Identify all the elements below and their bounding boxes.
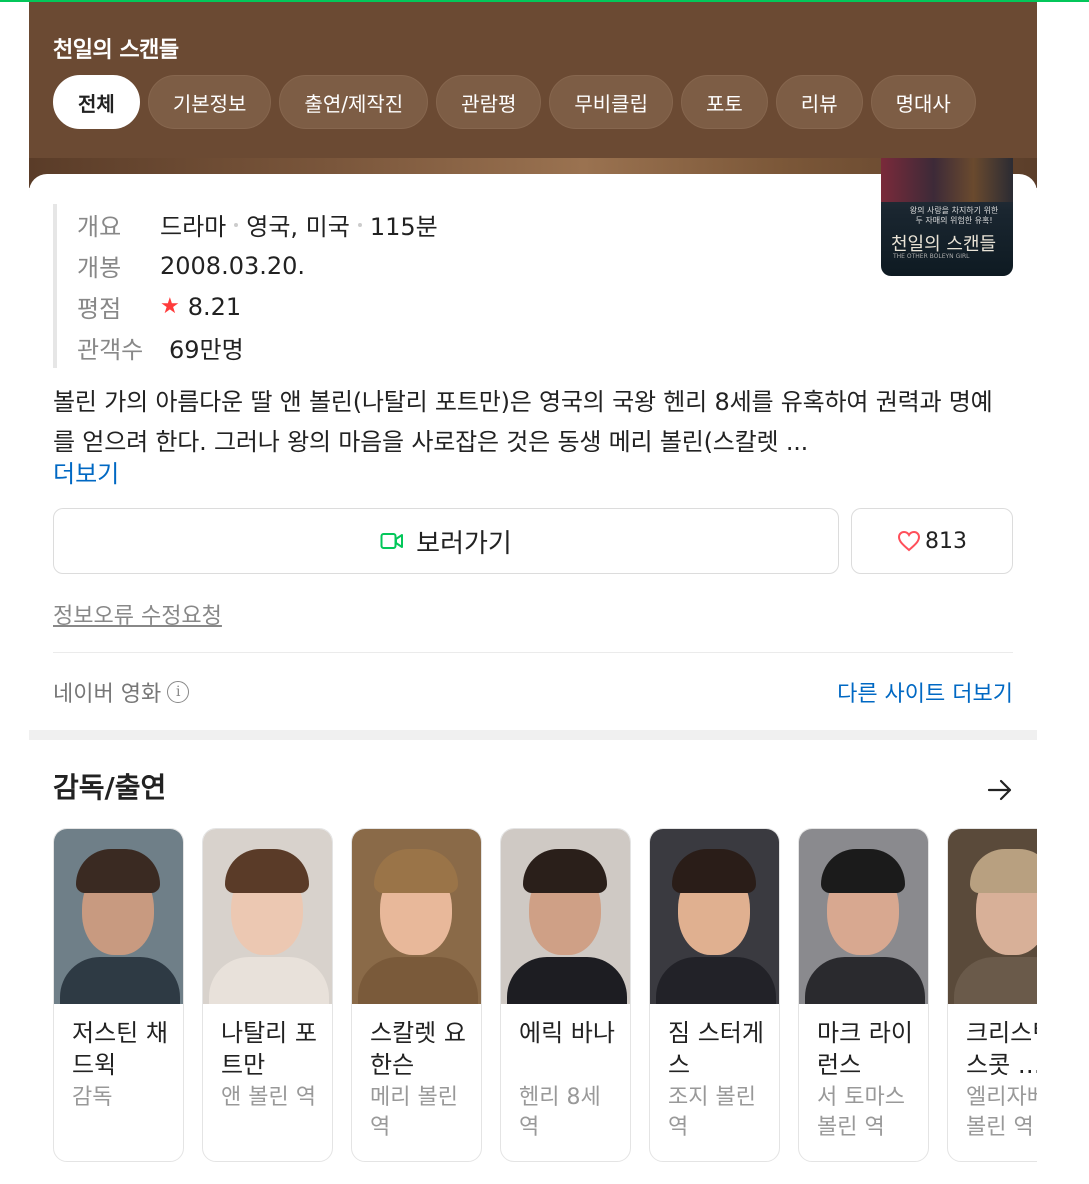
photo-body xyxy=(60,957,180,1004)
cast-photo xyxy=(948,829,1037,1004)
cast-card-item[interactable]: 크리스틴 스콧 … 엘리자베스 볼린 역 xyxy=(947,828,1037,1162)
separator-dot xyxy=(234,222,239,227)
other-sites-link[interactable]: 다른 사이트 더보기 xyxy=(837,676,1013,708)
cast-name: 저스틴 채드윅 xyxy=(72,1019,168,1079)
tab-bar: 전체 기본정보 출연/제작진 관람평 무비클립 포토 리뷰 명대사 xyxy=(53,75,976,131)
overview-row: 개요 드라마 영국, 미국 115분 xyxy=(77,204,438,245)
cast-card-item[interactable]: 저스틴 채드윅감독 xyxy=(53,828,184,1162)
overview-key: 개요 xyxy=(77,213,122,241)
tab-photos[interactable]: 포토 xyxy=(680,75,768,129)
cast-role: 메리 볼린 역 xyxy=(370,1085,458,1140)
rating-value: 8.21 xyxy=(187,292,242,321)
audience-count: 69만명 xyxy=(169,336,244,364)
cast-role: 조지 볼린 역 xyxy=(668,1085,756,1140)
star-icon: ★ xyxy=(160,294,180,319)
cast-photo xyxy=(501,829,630,1004)
like-button[interactable]: 813 xyxy=(851,508,1013,574)
movie-meta: 개요 드라마 영국, 미국 115분 개봉 2008.03.20. 평점 ★ 8… xyxy=(53,204,438,368)
release-row: 개봉 2008.03.20. xyxy=(77,245,438,286)
separator-dot xyxy=(357,222,362,227)
cast-name: 스칼렛 요한슨 xyxy=(370,1019,466,1079)
cast-card-item[interactable]: 에릭 바나헨리 8세 역 xyxy=(500,828,631,1162)
cast-card-item[interactable]: 마크 라이런스서 토마스 볼린 역 xyxy=(798,828,929,1162)
cast-card-item[interactable]: 스칼렛 요한슨메리 볼린 역 xyxy=(351,828,482,1162)
photo-hair xyxy=(672,849,756,893)
cast-name: 마크 라이런스 xyxy=(817,1019,913,1079)
cast-name: 나탈리 포트만 xyxy=(221,1019,317,1079)
cast-name: 크리스틴 스콧 … xyxy=(966,1019,1037,1079)
poster-subtitle: THE OTHER BOLEYN GIRL xyxy=(893,253,970,260)
cast-card-item[interactable]: 나탈리 포트만앤 볼린 역 xyxy=(202,828,333,1162)
cast-photo xyxy=(203,829,332,1004)
photo-hair xyxy=(523,849,607,893)
cast-role: 헨리 8세 역 xyxy=(519,1085,601,1140)
movie-poster[interactable]: 왕의 사랑을 차지하기 위한 두 자매의 위험한 유혹! 천일의 스캔들 THE… xyxy=(881,158,1013,276)
page: 천일의 스캔들 전체 기본정보 출연/제작진 관람평 무비클립 포토 리뷰 명대… xyxy=(0,2,1089,1184)
cast-role: 감독 xyxy=(72,1085,113,1110)
tab-quotes[interactable]: 명대사 xyxy=(870,75,976,129)
photo-hair xyxy=(76,849,160,893)
tab-all[interactable]: 전체 xyxy=(53,75,140,129)
poster-art xyxy=(881,158,1013,202)
divider xyxy=(53,652,1013,653)
like-count: 813 xyxy=(925,528,967,554)
info-icon[interactable]: i xyxy=(167,681,190,703)
rating-key: 평점 xyxy=(77,295,122,323)
synopsis: 볼린 가의 아름다운 딸 앤 볼린(나탈리 포트만)은 영국의 국왕 헨리 8세… xyxy=(53,388,993,456)
cast-section-title: 감독/출연 xyxy=(53,771,167,804)
cast-card: 감독/출연 저스틴 채드윅 감독 나탈리 포트만 앤 볼린 역 스칼렛 요한슨 메리 볼린… xyxy=(29,740,1037,1184)
cast-card-item[interactable]: 짐 스터게스조지 볼린 역 xyxy=(649,828,780,1162)
source-label: 네이버 영화 i xyxy=(53,676,190,708)
cast-name: 짐 스터게스 xyxy=(668,1019,764,1079)
country: 영국, 미국 xyxy=(246,213,350,241)
photo-body xyxy=(507,957,627,1004)
release-date: 2008.03.20. xyxy=(160,251,306,280)
tab-reviews-audience[interactable]: 관람평 xyxy=(436,75,542,129)
audience-key: 관객수 xyxy=(77,336,144,364)
photo-body xyxy=(954,957,1037,1004)
watch-button[interactable]: 보러가기 xyxy=(53,508,839,574)
poster-tagline: 왕의 사랑을 차지하기 위한 두 자매의 위험한 유혹! xyxy=(909,206,999,225)
content-column: 천일의 스캔들 전체 기본정보 출연/제작진 관람평 무비클립 포토 리뷰 명대… xyxy=(29,2,1037,1184)
tab-cast-crew[interactable]: 출연/제작진 xyxy=(279,75,429,129)
tab-review[interactable]: 리뷰 xyxy=(775,75,863,129)
video-icon xyxy=(380,533,404,549)
photo-hair xyxy=(225,849,309,893)
arrow-right-icon[interactable] xyxy=(987,778,1013,802)
tab-movie-clips[interactable]: 무비클립 xyxy=(549,75,673,129)
cast-photo xyxy=(799,829,928,1004)
cast-photo xyxy=(650,829,779,1004)
photo-hair xyxy=(374,849,458,893)
cast-name: 에릭 바나 xyxy=(519,1019,615,1047)
watch-label: 보러가기 xyxy=(416,528,512,559)
heart-icon xyxy=(897,530,921,552)
runtime: 115분 xyxy=(369,213,438,241)
photo-body xyxy=(358,957,478,1004)
genre: 드라마 xyxy=(160,213,227,241)
audience-row: 관객수 69만명 xyxy=(77,327,438,368)
cast-role: 앤 볼린 역 xyxy=(221,1085,316,1110)
cast-photo xyxy=(54,829,183,1004)
photo-body xyxy=(656,957,776,1004)
photo-body xyxy=(209,957,329,1004)
release-key: 개봉 xyxy=(77,254,122,282)
cast-list: 저스틴 채드윅 감독 나탈리 포트만 앤 볼린 역 스칼렛 요한슨 메리 볼린 역 에릭 바… xyxy=(53,828,1037,1162)
report-error-link[interactable]: 정보오류 수정요청 xyxy=(53,598,222,630)
rating-row: 평점 ★ 8.21 xyxy=(77,286,438,327)
photo-hair xyxy=(821,849,905,893)
tab-basic-info[interactable]: 기본정보 xyxy=(147,75,272,129)
cast-photo xyxy=(352,829,481,1004)
movie-title[interactable]: 천일의 스캔들 xyxy=(53,32,179,64)
photo-body xyxy=(805,957,925,1004)
cast-role: 서 토마스 볼린 역 xyxy=(817,1085,905,1140)
cast-role: 엘리자베스 볼린 역 xyxy=(966,1085,1037,1140)
photo-hair xyxy=(970,849,1037,893)
more-link[interactable]: 더보기 xyxy=(53,454,119,489)
